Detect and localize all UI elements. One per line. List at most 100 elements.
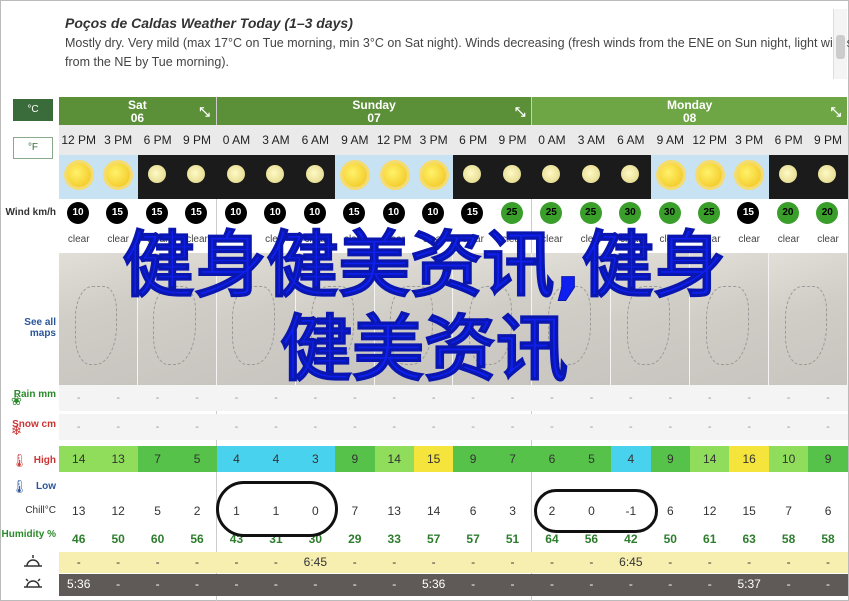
- snow-cell: -: [589, 421, 594, 433]
- wind-arrow-icon: 15: [185, 202, 208, 224]
- sun-icon: [698, 163, 722, 187]
- sky-cell: [690, 155, 730, 199]
- map-land-outline: [626, 286, 670, 366]
- celsius-toggle[interactable]: °C: [13, 99, 53, 121]
- hand-drawn-circle: [216, 481, 338, 537]
- weather-map-tile[interactable]: [374, 253, 454, 385]
- sun-icon: [67, 163, 91, 187]
- snow-cell: -: [313, 421, 318, 433]
- sky-cell: [492, 155, 533, 199]
- times-cell: 9 PM: [177, 125, 217, 155]
- wind-cell: 10: [217, 199, 256, 227]
- sunset-cell: -: [510, 577, 515, 591]
- sunset-cell: -: [392, 577, 397, 591]
- sky-cell: [216, 155, 257, 199]
- humidity-cell: 58: [781, 532, 796, 546]
- day-header[interactable]: Sat 06 ⤡: [59, 97, 216, 125]
- scrollbar-thumb[interactable]: [836, 35, 845, 59]
- high-cell: 9: [453, 446, 493, 472]
- times-cell: 6 PM: [453, 125, 493, 155]
- rain-cell: -: [76, 392, 81, 404]
- high-cell: 5: [571, 446, 612, 472]
- wind-cell: 25: [532, 199, 571, 227]
- sunrise-cell: -: [234, 555, 239, 569]
- expand-icon[interactable]: ⤡: [515, 105, 525, 118]
- conditions-cell: clear: [383, 234, 406, 245]
- humidity-cell: 61: [703, 532, 717, 546]
- rain-cell: -: [155, 392, 160, 404]
- times-cell: 3 PM: [98, 125, 138, 155]
- expand-icon[interactable]: ⤡: [199, 105, 209, 118]
- snow-cell: -: [550, 421, 554, 433]
- high-cell: 16: [729, 446, 769, 472]
- weather-map-tile[interactable]: [532, 253, 612, 385]
- day-header[interactable]: Monday 08 ⤡: [532, 97, 847, 125]
- rain-cell: -: [550, 392, 554, 404]
- conditions-cell: clear: [777, 234, 800, 245]
- weather-map-tile[interactable]: [611, 253, 691, 385]
- humidity-cell: 56: [190, 532, 204, 546]
- low-cell: [769, 472, 808, 500]
- times-cell: 3 AM: [256, 125, 296, 155]
- low-label: Low: [36, 481, 56, 492]
- sunset-cell: -: [549, 577, 554, 591]
- sun-icon: [382, 163, 407, 187]
- see-all-maps-link[interactable]: See all maps: [1, 317, 59, 339]
- wind-cell: 10: [296, 199, 335, 227]
- wind-arrow-icon: 25: [698, 202, 720, 224]
- rain-cell: -: [431, 392, 436, 404]
- sky-cell: [808, 155, 848, 199]
- expand-icon[interactable]: ⤡: [831, 105, 841, 118]
- wind-arrow-icon: 25: [540, 202, 563, 224]
- sunset-cell: 5:37: [737, 577, 761, 591]
- wind-cell: 15: [453, 199, 492, 227]
- sunrise-cell: 6:45: [303, 555, 328, 569]
- weather-map-tile[interactable]: [59, 253, 138, 385]
- conditions-cell: clear: [620, 234, 642, 245]
- weather-map-tile[interactable]: [216, 253, 296, 385]
- wind-cell: 20: [769, 199, 808, 227]
- fahrenheit-toggle[interactable]: °F: [13, 137, 53, 159]
- day-header[interactable]: Sunday 07 ⤡: [216, 97, 532, 125]
- times-row: 12 PM 3 PM 6 PM 9 PM 0 AM 3 AM 6 AM 9 AM 12 PM 3 …: [59, 125, 848, 155]
- wind-arrow-icon: 10: [67, 202, 89, 224]
- chill-cell: 12: [111, 504, 125, 518]
- sunrise-cell: -: [471, 555, 476, 569]
- wind-label: Wind km/h: [5, 207, 56, 218]
- high-cell: 13: [98, 446, 138, 472]
- rain-cell: -: [668, 392, 673, 404]
- sunset-icon: [24, 578, 42, 588]
- humidity-cell: 29: [348, 532, 362, 546]
- humidity-cell: 50: [663, 532, 677, 546]
- weather-map-tile[interactable]: [137, 253, 217, 385]
- wind-cell: 15: [177, 199, 216, 227]
- times-cell: 9 PM: [492, 125, 533, 155]
- high-cell: 14: [59, 446, 99, 472]
- day-date: 06: [130, 111, 145, 125]
- conditions-cell: clear: [698, 234, 721, 245]
- wind-arrow-icon: 10: [382, 202, 405, 224]
- header-scrollbar[interactable]: [833, 9, 847, 79]
- humidity-cell: 57: [426, 532, 441, 546]
- sunrise-cell: -: [116, 555, 121, 569]
- wind-arrow-icon: 25: [500, 202, 523, 224]
- weather-map-strip[interactable]: [59, 253, 848, 385]
- rain-cell: -: [747, 392, 751, 404]
- chill-label: Chill°C: [25, 505, 56, 516]
- times-cell: 12 PM: [690, 125, 730, 155]
- rain-cell: -: [786, 392, 791, 404]
- weather-map-tile[interactable]: [453, 253, 533, 385]
- chill-cell: 7: [785, 504, 792, 518]
- snow-row: --------------------: [59, 414, 848, 440]
- times-cell: 6 PM: [768, 125, 809, 155]
- weather-map-tile[interactable]: [295, 253, 375, 385]
- high-cell: 5: [177, 446, 217, 472]
- low-row: [59, 472, 848, 500]
- low-cell: [690, 472, 729, 500]
- sunset-cell: -: [116, 577, 121, 591]
- humidity-cell: 33: [387, 532, 401, 546]
- sunset-cell: -: [273, 577, 278, 591]
- weather-map-tile[interactable]: [690, 253, 770, 385]
- humidity-cell: 50: [111, 532, 125, 546]
- weather-map-tile[interactable]: [769, 253, 848, 385]
